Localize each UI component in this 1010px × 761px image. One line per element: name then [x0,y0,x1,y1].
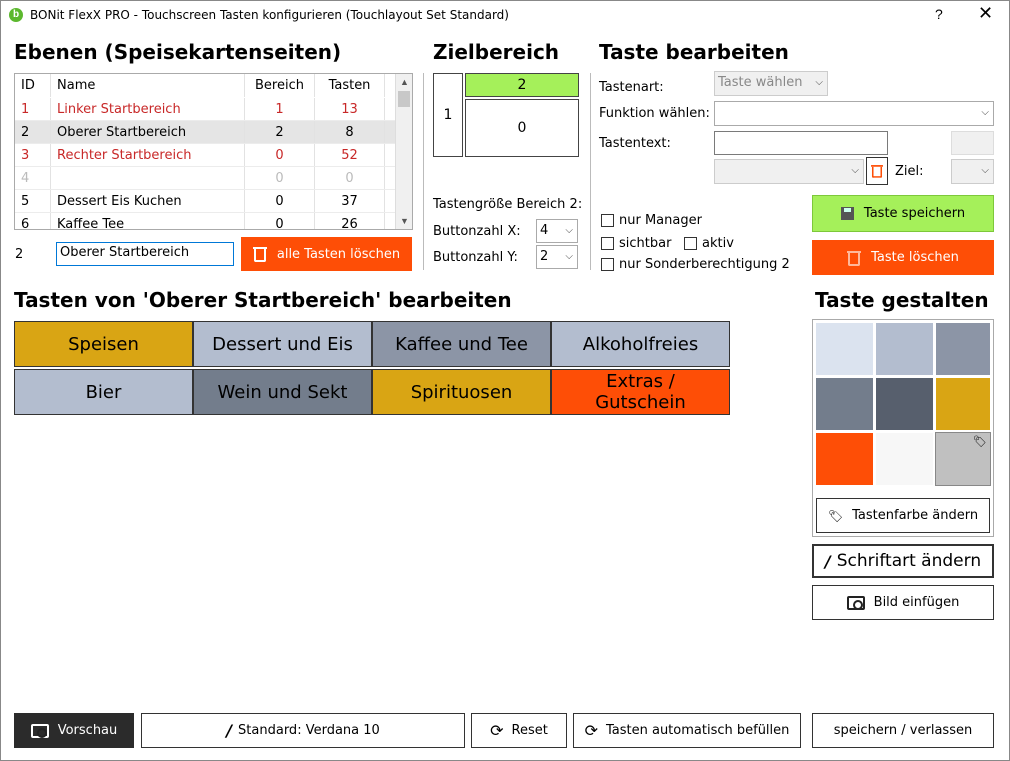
edit-heading: Taste bearbeiten [599,40,789,64]
levels-scrollbar[interactable]: ▲ ▼ [395,74,412,229]
delete-all-keys-button[interactable]: alle Tasten löschen [241,237,412,271]
insert-image-button[interactable]: Bild einfügen [812,585,994,620]
scroll-down-icon[interactable]: ▼ [396,213,412,229]
target-level-select[interactable]: ⌵ [714,159,864,184]
color-swatch[interactable] [875,377,934,431]
save-key-button[interactable]: Taste speichern [812,195,994,232]
tag-icon: 🏷 [973,436,987,448]
close-button[interactable]: ✕ [978,3,993,24]
design-heading: Taste gestalten [815,288,989,312]
title-bar: b BONit FlexX PRO - Touchscreen Tasten k… [0,0,1010,31]
preview-button[interactable]: Vorschau [14,713,134,748]
standard-font-button[interactable]: / Standard: Verdana 10 [141,713,465,748]
scroll-up-icon[interactable]: ▲ [396,74,412,90]
chevron-down-icon: ⌵ [565,251,573,262]
level-name-input[interactable]: Oberer Startbereich [56,242,234,266]
key-speisen[interactable]: Speisen [14,321,193,367]
app-logo-icon: b [9,8,23,22]
delete-key-button[interactable]: Taste löschen [812,240,994,275]
target-main-area[interactable]: 0 [465,99,579,157]
refresh-icon: ⟳ [490,721,504,740]
color-swatch[interactable] [935,377,991,431]
checkbox-special-permission[interactable]: nur Sonderberechtigung 2 [601,257,790,272]
color-swatch[interactable] [815,432,874,486]
trash-icon [871,164,883,178]
checkbox-manager[interactable]: nur Manager [601,213,702,228]
key-wein-und-sekt[interactable]: Wein und Sekt [193,369,372,415]
button-x-select[interactable]: 4 ⌵ [536,219,578,243]
reset-button[interactable]: ⟳ Reset [471,713,567,748]
chevron-down-icon: ⌵ [565,225,573,236]
color-swatch[interactable] [875,432,934,486]
key-bier[interactable]: Bier [14,369,193,415]
pen-icon: / [226,721,233,740]
function-label: Funktion wählen: [599,106,710,121]
table-row[interactable]: 3 Rechter Startbereich 0 52 [15,144,395,167]
target-left-area[interactable]: 1 [433,73,463,157]
key-alkoholfreies[interactable]: Alkoholfreies [551,321,730,367]
target-top-area[interactable]: 2 [465,73,579,97]
keys-heading: Tasten von 'Oberer Startbereich' bearbei… [14,288,512,312]
clear-target-button[interactable] [866,157,888,185]
table-row[interactable]: 5 Dessert Eis Kuchen 0 37 [15,190,395,213]
chevron-down-icon: ⌵ [981,165,989,176]
col-tasten[interactable]: Tasten [315,74,385,97]
color-swatch[interactable]: 🏷 [935,432,991,486]
chevron-down-icon: ⌵ [851,165,859,176]
scroll-thumb[interactable] [398,91,410,107]
chevron-down-icon: ⌵ [981,107,989,118]
key-text-label: Tastentext: [599,136,671,151]
divider [590,73,591,270]
trash-icon [252,246,267,262]
divider [423,73,424,270]
button-x-label: Buttonzahl X: [433,224,521,239]
window-title: BONit FlexX PRO - Touchscreen Tasten kon… [30,8,509,22]
key-type-select[interactable]: Taste wählen ⌵ [714,71,828,96]
key-spirituosen[interactable]: Spirituosen [372,369,551,415]
checkbox-active[interactable]: aktiv [684,236,734,251]
refresh-icon: ⟳ [584,721,598,740]
levels-list[interactable]: ID Name Bereich Tasten 1 Linker Startber… [14,73,413,230]
key-text-input[interactable] [714,131,888,155]
button-y-label: Buttonzahl Y: [433,250,518,265]
function-select[interactable]: ⌵ [714,101,994,126]
key-dessert-und-eis[interactable]: Dessert und Eis [193,321,372,367]
key-type-label: Tastenart: [599,80,664,95]
button-y-select[interactable]: 2 ⌵ [536,245,578,269]
key-extras-gutschein[interactable]: Extras / Gutschein [551,369,730,415]
trash-icon [847,250,862,266]
help-button[interactable]: ? [935,6,943,22]
levels-heading: Ebenen (Speisekartenseiten) [14,40,342,64]
col-name[interactable]: Name [51,74,245,97]
key-text-aux-field[interactable] [951,131,994,155]
target-heading: Zielbereich [433,40,560,64]
ziel-label: Ziel: [895,164,924,179]
color-swatch[interactable] [815,377,874,431]
save-icon [840,207,854,220]
col-id[interactable]: ID [15,74,51,97]
camera-icon [30,723,49,738]
color-swatch[interactable] [875,322,934,376]
selected-level-id: 2 [15,247,24,262]
change-font-button[interactable]: / Schriftart ändern [812,544,994,578]
pen-icon: / [824,551,831,571]
autofill-keys-button[interactable]: ⟳ Tasten automatisch befüllen [573,713,801,748]
table-row[interactable]: 1 Linker Startbereich 1 13 [15,98,395,121]
chevron-down-icon: ⌵ [815,77,823,88]
change-key-color-button[interactable]: 🏷 Tastenfarbe ändern [816,498,990,533]
ziel-select[interactable]: ⌵ [951,159,994,184]
key-size-label: Tastengröße Bereich 2: [433,197,583,212]
save-exit-button[interactable]: speichern / verlassen [812,713,994,748]
color-swatch[interactable] [815,322,874,376]
tag-icon: 🏷 [827,508,844,523]
key-kaffee-und-tee[interactable]: Kaffee und Tee [372,321,551,367]
checkbox-visible[interactable]: sichtbar [601,236,671,251]
table-row[interactable]: 6 Kaffee Tee 0 26 [15,213,395,229]
table-row[interactable]: 4 0 0 [15,167,395,190]
table-row[interactable]: 2 Oberer Startbereich 2 8 [15,121,395,144]
camera-icon [846,595,865,610]
color-swatch[interactable] [935,322,991,376]
levels-list-header: ID Name Bereich Tasten [15,74,395,97]
col-bereich[interactable]: Bereich [245,74,315,97]
